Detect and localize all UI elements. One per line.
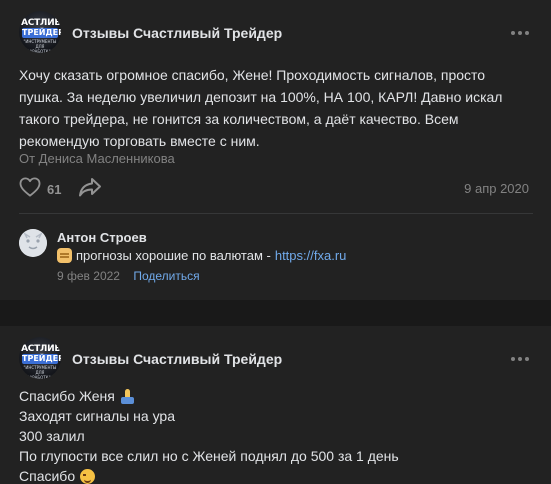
praying-hands-icon [120,388,135,404]
avatar-logo-line1: АСТЛИВ [21,344,61,354]
comment-meta: 9 фев 2022 Поделиться [57,269,200,283]
winking-face-icon [80,468,96,484]
avatar-logo-line1: АСТЛИВ [21,18,61,28]
post-line-text: Спасибо Женя [19,388,115,404]
post-line-text: Спасибо [19,468,76,484]
comment-link[interactable]: https://fxa.ru [275,248,347,263]
post-date[interactable]: 9 апр 2020 [464,181,529,196]
avatar-logo-line2: ТРЕЙДЕР [22,28,61,38]
comment-share-button[interactable]: Поделиться [133,269,199,283]
like-count: 61 [47,181,62,197]
post-line: По глупости все слил но с Женей поднял д… [19,446,529,466]
avatar-logo-line3: "ИНСТРУМЕНТЫ ДЛЯ ЗАРАБОТКА" [23,39,57,53]
post-header: АСТЛИВ ТРЕЙДЕР "ИНСТРУМЕНТЫ ДЛЯ ЗАРАБОТК… [19,11,533,55]
post-line-text: По глупости все слил но с Женей поднял д… [19,448,399,464]
group-avatar[interactable]: АСТЛИВ ТРЕЙДЕР "ИНСТРУМЕНТЫ ДЛЯ ЗАРАБОТК… [19,337,61,379]
comment: Антон Строев прогнозы хорошие по валютам… [19,225,533,289]
group-name-link[interactable]: Отзывы Счастливый Трейдер [72,351,282,367]
post-header: АСТЛИВ ТРЕЙДЕР "ИНСТРУМЕНТЫ ДЛЯ ЗАРАБОТК… [19,337,533,381]
group-avatar[interactable]: АСТЛИВ ТРЕЙДЕР "ИНСТРУМЕНТЫ ДЛЯ ЗАРАБОТК… [19,11,61,53]
post-card: АСТЛИВ ТРЕЙДЕР "ИНСТРУМЕНТЫ ДЛЯ ЗАРАБОТК… [0,0,551,300]
post-line-text: 300 залил [19,428,85,444]
like-button[interactable]: 61 [19,176,62,202]
post-text: Хочу сказать огромное спасибо, Жене! Про… [19,67,503,149]
post-line: Заходят сигналы на ура [19,406,529,426]
share-arrow-icon [78,176,102,203]
post-line-text: Заходят сигналы на ура [19,408,176,424]
post-signer[interactable]: От Дениса Масленникова [19,151,175,166]
avatar-logo-line3: "ИНСТРУМЕНТЫ ДЛЯ ЗАРАБОТКА" [23,365,57,379]
commenter-avatar[interactable] [19,229,47,257]
comment-text-body: прогнозы хорошие по валютам - [76,248,271,263]
more-dots-icon[interactable] [509,23,531,43]
post-card: АСТЛИВ ТРЕЙДЕР "ИНСТРУМЕНТЫ ДЛЯ ЗАРАБОТК… [0,326,551,484]
post-line: 300 залил [19,426,529,446]
group-name-link[interactable]: Отзывы Счастливый Трейдер [72,25,282,41]
post-text: Спасибо Женя Заходят сигналы на ура 300 … [19,386,529,484]
more-dots-icon[interactable] [509,349,531,369]
heart-icon [19,176,41,202]
share-button[interactable] [78,177,104,201]
divider [19,213,533,214]
clapping-hands-icon [57,248,72,263]
comment-date[interactable]: 9 фев 2022 [57,269,120,283]
avatar-logo-line2: ТРЕЙДЕР [22,354,61,364]
post-line: Спасибо [19,466,529,484]
post-actions: 61 9 апр 2020 [19,176,529,202]
comment-text: прогнозы хорошие по валютам - https://fx… [57,248,346,263]
comment-author[interactable]: Антон Строев [57,230,147,245]
post-line: Спасибо Женя [19,386,529,406]
